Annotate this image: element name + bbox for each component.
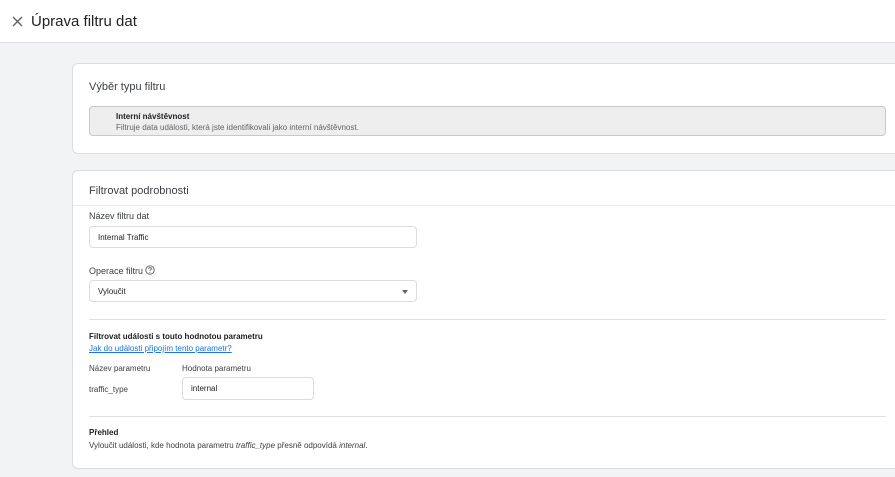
- filter-type-card: Výběr typu filtru Interní návštěvnost Fi…: [72, 63, 895, 154]
- top-bar: Úprava filtru dat: [0, 0, 895, 43]
- heading-divider: [73, 205, 895, 206]
- overview-text-end: .: [365, 441, 368, 450]
- overview-param: traffic_type: [235, 441, 276, 450]
- filter-name-value: Internal Traffic: [98, 232, 149, 242]
- overview-text: Vyloučit události, kde hodnota parametru…: [89, 441, 368, 450]
- overview-text-part2: přesně odpovídá: [275, 441, 340, 450]
- filter-name-input[interactable]: Internal Traffic: [89, 226, 417, 248]
- filter-type-option-internal[interactable]: Interní návštěvnost Filtruje data událos…: [89, 106, 886, 136]
- section-divider: [89, 319, 886, 320]
- filter-type-option-description: Filtruje data události, která jste ident…: [116, 123, 359, 132]
- filter-operation-label-text: Operace filtru: [89, 266, 144, 276]
- filter-operation-select[interactable]: Vyloučit: [89, 280, 417, 302]
- overview-text-part1: Vyloučit události, kde hodnota parametru: [89, 441, 236, 450]
- filter-details-heading: Filtrovat podrobnosti: [89, 185, 189, 197]
- overview-divider: [89, 416, 886, 417]
- param-name: traffic_type: [89, 385, 128, 394]
- help-circle-icon[interactable]: [145, 265, 155, 275]
- param-value-input[interactable]: internal: [182, 377, 314, 400]
- filter-name-label: Název filtru dat: [89, 211, 150, 221]
- overview-heading: Přehled: [89, 428, 119, 437]
- overview-value: internal: [339, 441, 366, 450]
- filter-type-heading: Výběr typu filtru: [89, 81, 166, 93]
- close-icon[interactable]: [9, 13, 25, 29]
- filter-type-option-title: Interní návštěvnost: [116, 112, 190, 121]
- param-name-column: Název parametru: [89, 364, 151, 373]
- page-title: Úprava filtru dat: [31, 12, 137, 30]
- param-help-link[interactable]: Jak do události připojím tento parametr?: [89, 344, 232, 353]
- chevron-down-icon: [402, 290, 408, 294]
- param-value-column: Hodnota parametru: [182, 364, 251, 373]
- filter-operation-value: Vyloučit: [98, 286, 126, 296]
- param-filter-heading: Filtrovat události s touto hodnotou para…: [89, 332, 263, 341]
- filter-operation-label: Operace filtru: [89, 265, 155, 276]
- filter-details-card: Filtrovat podrobnosti Název filtru dat I…: [72, 170, 895, 469]
- param-value: internal: [191, 384, 218, 393]
